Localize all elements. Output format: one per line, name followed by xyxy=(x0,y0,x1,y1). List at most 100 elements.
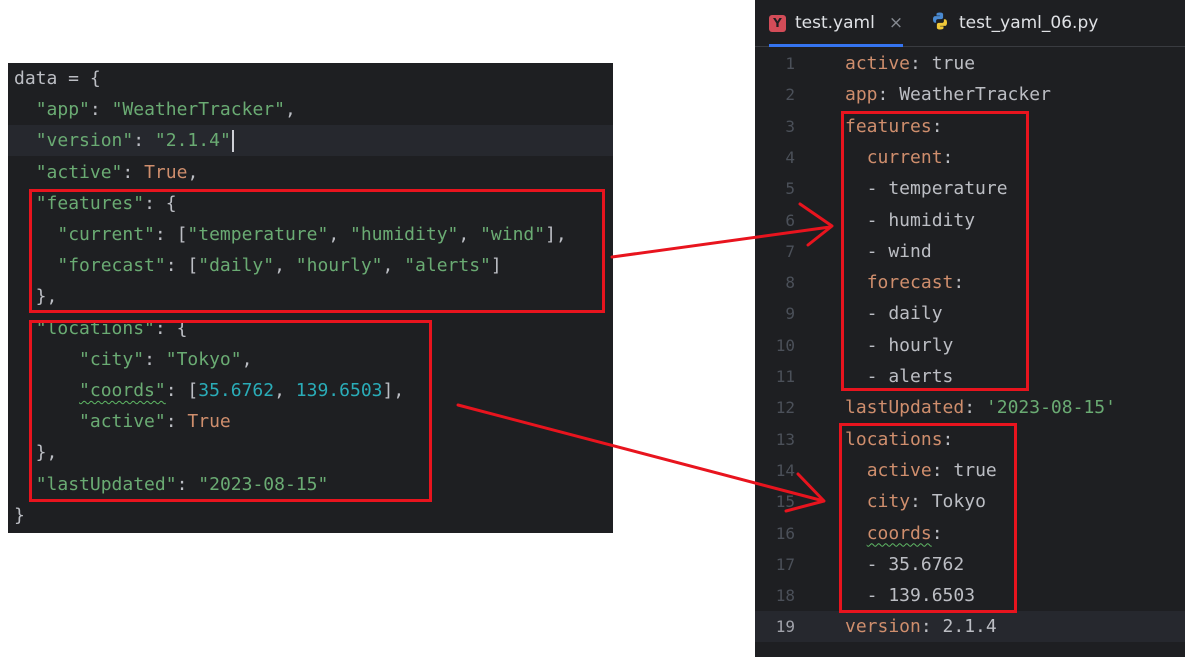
code-line: "active": True, xyxy=(8,157,613,188)
line-number: 19 xyxy=(775,617,795,637)
code-line-text: "active": True xyxy=(14,406,231,437)
code-token: "temperature" xyxy=(187,224,329,245)
line-number: 4 xyxy=(785,147,795,167)
code-token: : xyxy=(144,348,166,370)
yaml-code-line: - 139.6503 xyxy=(845,580,975,611)
line-number: 13 xyxy=(775,429,795,449)
code-line-text: }, xyxy=(14,281,58,312)
yaml-code-line: - wind xyxy=(845,236,932,267)
code-token: ] xyxy=(490,255,502,277)
code-token: } xyxy=(14,504,25,526)
tab-test-yaml[interactable]: Y test.yaml × xyxy=(769,0,904,47)
code-line: "app": "WeatherTracker", xyxy=(8,94,613,125)
yaml-code-line: city: Tokyo xyxy=(845,486,986,517)
python-code-snippet: data = { "app": "WeatherTracker", "versi… xyxy=(8,63,613,533)
tab-label: test.yaml xyxy=(795,13,875,33)
code-token: , xyxy=(274,255,296,277)
code-line: "version": "2.1.4" xyxy=(8,125,613,157)
code-token: - 139.6503 xyxy=(845,585,976,607)
yaml-code-line: - temperature xyxy=(845,173,1008,204)
code-token: : xyxy=(942,428,954,450)
code-token: active xyxy=(866,459,932,481)
yaml-code-line: active: true xyxy=(845,455,997,486)
code-token: - hourly xyxy=(845,334,954,356)
code-line: "active": True xyxy=(8,406,613,437)
code-token: : true xyxy=(910,53,976,74)
code-token: "current" xyxy=(57,224,155,245)
code-token: : { xyxy=(154,317,188,339)
line-number: 6 xyxy=(785,210,795,230)
code-line: data = { xyxy=(8,63,613,94)
code-token: }, xyxy=(14,442,58,464)
code-line: "lastUpdated": "2023-08-15" xyxy=(8,469,613,500)
code-token: True xyxy=(144,161,188,183)
code-line: }, xyxy=(8,437,613,468)
code-line: "current": ["temperature", "humidity", "… xyxy=(8,219,613,250)
code-line: }, xyxy=(8,281,613,312)
code-token: : Tokyo xyxy=(910,491,986,513)
code-token: forecast xyxy=(866,272,954,294)
text-caret xyxy=(231,130,234,153)
code-token: : xyxy=(89,99,112,121)
code-token: "2.1.4" xyxy=(154,130,231,152)
code-line-text: "lastUpdated": "2023-08-15" xyxy=(14,469,329,500)
code-token: "WeatherTracker" xyxy=(111,99,285,121)
code-token: - alerts xyxy=(845,366,954,387)
line-number: 1 xyxy=(785,54,795,73)
code-token: : { xyxy=(144,192,177,214)
yaml-file-icon: Y xyxy=(769,14,786,32)
line-number: 8 xyxy=(785,273,795,293)
code-token: "coords" xyxy=(79,380,166,401)
yaml-code-line: - daily xyxy=(845,298,943,329)
code-token: - humidity xyxy=(845,209,976,231)
code-token: : xyxy=(953,272,965,294)
code-token: , xyxy=(241,348,253,370)
code-token: : xyxy=(931,115,943,137)
editor-tab-bar: Y test.yaml × test_yaml_06.py xyxy=(755,0,1185,47)
code-token: , xyxy=(328,224,350,245)
code-token: }, xyxy=(14,286,58,308)
tab-test-yaml-06-py[interactable]: test_yaml_06.py xyxy=(930,0,1098,46)
line-number: 16 xyxy=(775,523,795,543)
code-token: "city" xyxy=(79,348,145,370)
yaml-code-line: features: xyxy=(845,111,943,142)
yaml-code-line: coords: xyxy=(845,518,943,549)
code-token: - wind xyxy=(845,240,932,262)
code-token: : true xyxy=(931,459,997,481)
code-token: : [ xyxy=(154,224,188,245)
code-token: "forecast" xyxy=(57,255,166,277)
code-token: '2023-08-15' xyxy=(985,397,1116,419)
code-token: - daily xyxy=(845,303,943,325)
line-number: 17 xyxy=(775,554,795,574)
code-token: app xyxy=(845,84,878,106)
code-token: , xyxy=(458,224,481,245)
line-number: 2 xyxy=(785,85,795,105)
code-token: "features" xyxy=(35,192,145,214)
code-token: features xyxy=(845,115,932,137)
line-number: 9 xyxy=(785,304,795,324)
line-number: 12 xyxy=(775,398,795,418)
yaml-code-line: active: true xyxy=(845,48,975,79)
line-number: 3 xyxy=(785,116,795,136)
line-number: 10 xyxy=(775,335,795,355)
code-line-text: "forecast": ["daily", "hourly", "alerts"… xyxy=(14,250,502,281)
code-line: "locations": { xyxy=(8,313,613,344)
code-token: coords xyxy=(866,522,932,544)
close-icon[interactable]: × xyxy=(889,13,903,33)
yaml-code-line: version: 2.1.4 xyxy=(845,611,997,642)
yaml-code-line: - alerts xyxy=(845,361,954,392)
code-line: "city": "Tokyo", xyxy=(8,344,613,375)
yaml-code-line: - 35.6762 xyxy=(845,549,965,580)
code-token: current xyxy=(866,146,943,168)
code-token: - temperature xyxy=(845,178,1008,200)
